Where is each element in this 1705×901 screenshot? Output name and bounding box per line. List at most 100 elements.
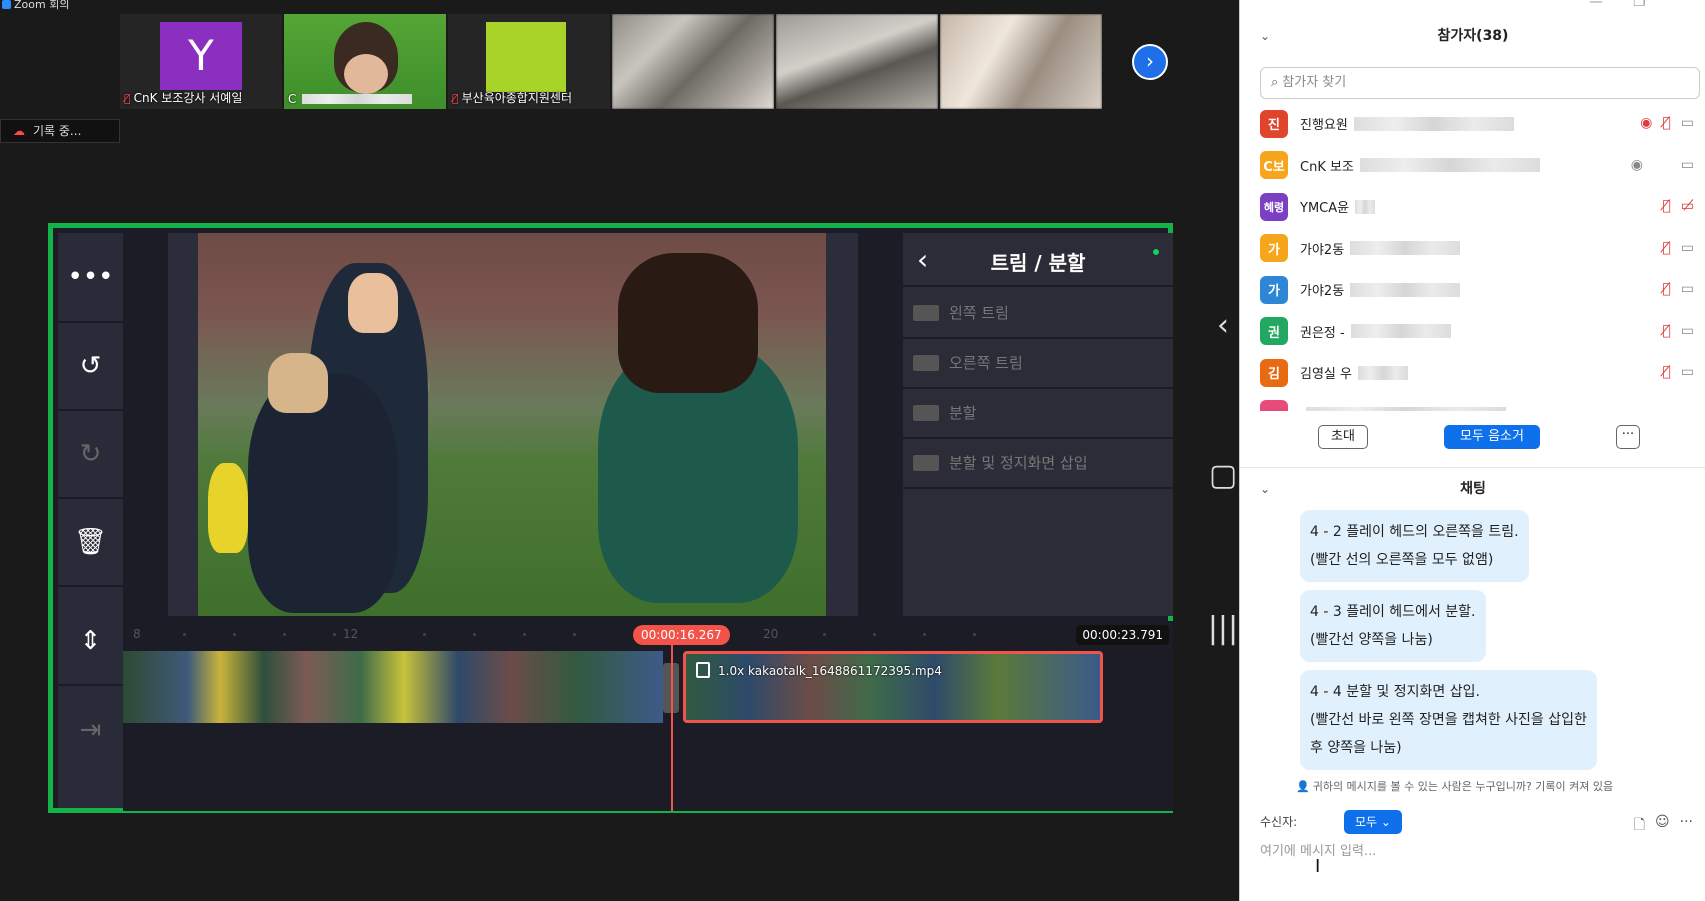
chat-message: 4 - 2 플레이 헤드의 오른쪽을 트림. (빨간 선의 오른쪽을 모두 없앰… — [1300, 510, 1529, 582]
panel-title: 트림 / 분할 — [990, 251, 1086, 275]
record-icon: ◉ — [1640, 115, 1653, 131]
video-thumbnail[interactable]: Y 🎙̸ CnK 보조강사 서예일 — [120, 14, 282, 109]
divider — [1240, 467, 1705, 468]
blurred-name — [1306, 407, 1506, 411]
video-clip[interactable] — [123, 651, 663, 723]
minimize-icon[interactable]: — — [1589, 0, 1603, 10]
blurred-video — [940, 14, 1102, 109]
home-icon: ▢ — [1208, 458, 1238, 493]
redo-icon: ↻ — [79, 439, 102, 469]
avatar: 김 — [1260, 358, 1288, 387]
emoji-icon[interactable]: ☺ — [1655, 814, 1670, 838]
participant-list: 진 진행요원 ◉🎙̸▭ C보 CnK 보조 ◉🎙▭ 혜령 YMCA윤 🎙̸▭̸ … — [1240, 103, 1705, 411]
video-icon[interactable]: ▭ — [1681, 323, 1694, 339]
next-page-button[interactable]: › — [1132, 44, 1168, 80]
video-icon[interactable]: ▭ — [1681, 240, 1694, 256]
status-dot — [1153, 249, 1159, 255]
recording-indicator[interactable]: ☁ 기록 중... — [0, 119, 120, 143]
invite-button[interactable]: 초대 — [1318, 425, 1368, 449]
split-freeze-button[interactable]: 분할 및 정지화면 삽입 — [903, 437, 1173, 489]
chat-messages: 4 - 2 플레이 헤드의 오른쪽을 트림. (빨간 선의 오른쪽을 모두 없앰… — [1300, 510, 1700, 778]
video-thumbnail[interactable] — [776, 14, 938, 109]
participant-search-input[interactable]: ⌕ 참가자 찾기 — [1260, 67, 1700, 99]
editor-toolbar: ••• ↺ ↻ 🗑 ⇕ ⇥ — [58, 233, 123, 808]
participant-row[interactable]: 권 권은정 - 🎙̸ ▭ — [1240, 311, 1705, 353]
window-controls: — ❐ — [1505, 0, 1705, 10]
blurred-video — [776, 14, 938, 109]
person-icon: 👤 — [1296, 780, 1310, 793]
split-layout-icon: ⇕ — [79, 626, 102, 656]
chat-visibility-notice[interactable]: 👤 귀하의 메시지를 볼 수 있는 사람은 누구입니까? 기록이 켜져 있음 — [1296, 778, 1613, 794]
insert-icon: ⇥ — [79, 715, 102, 745]
file-icon[interactable]: 🗋 — [1634, 814, 1645, 838]
participant-row[interactable]: 혜령 YMCA윤 🎙̸ ▭̸ — [1240, 186, 1705, 228]
mute-all-button[interactable]: 모두 음소거 — [1444, 425, 1540, 449]
chat-header: ⌄ 채팅 — [1240, 477, 1705, 501]
recents-icon: ||| — [1207, 611, 1239, 646]
ruler-label: 20 — [763, 627, 779, 641]
video-thumbnail[interactable]: 🎙̸ 부산육아종합지원센터 — [448, 14, 610, 109]
video-icon[interactable]: ▭ — [1681, 364, 1694, 380]
back-icon: ‹ — [1217, 308, 1229, 343]
search-icon: ⌕ — [1271, 75, 1279, 90]
mic-muted-icon[interactable]: 🎙̸ — [1662, 364, 1670, 380]
participant-video — [486, 22, 566, 92]
mic-muted-icon: 🎙̸ — [452, 92, 459, 105]
more-button[interactable]: ••• — [58, 233, 123, 323]
shared-screen: ••• ↺ ↻ 🗑 ⇕ ⇥ ‹ 트림 / 분할 왼쪽 트림 오른쪽 트림 분할 … — [48, 223, 1238, 813]
layout-button[interactable]: ⇕ — [58, 598, 123, 686]
video-clip-selected[interactable]: 1.0x kakaotalk_1648861172395.mp4 — [683, 651, 1103, 723]
more-icon[interactable]: ··· — [1680, 814, 1693, 838]
mic-muted-icon[interactable]: 🎙̸ — [1662, 281, 1670, 297]
undo-button[interactable]: ↺ — [58, 323, 123, 411]
chat-message: 4 - 4 분할 및 정지화면 삽입. (빨간선 바로 왼쪽 장면을 캡쳐한 사… — [1300, 670, 1597, 770]
preview-image — [198, 233, 826, 616]
avatar: 혜령 — [1260, 192, 1288, 221]
video-thumbnail[interactable] — [940, 14, 1102, 109]
participant-row[interactable]: 가 가야2동 🎙̸ ▭ — [1240, 228, 1705, 270]
video-thumbnail-active[interactable]: C — [284, 14, 446, 109]
blurred-name — [1350, 241, 1461, 256]
trim-right-button[interactable]: 오른쪽 트림 — [903, 337, 1173, 389]
avatar: Y — [160, 22, 242, 90]
recipient-select[interactable]: 모두 ⌄ — [1344, 810, 1402, 834]
more-button[interactable]: ··· — [1616, 425, 1640, 449]
zoom-icon — [2, 0, 11, 9]
chevron-down-icon[interactable]: ⌄ — [1260, 24, 1270, 48]
side-panel: — ❐ ⌄ 참가자(38) ⌕ 참가자 찾기 진 진행요원 ◉ 🎙̸ ▭ C보 CnK… — [1239, 0, 1705, 901]
video-thumbnail[interactable] — [612, 14, 774, 109]
chat-message-input[interactable] — [1260, 840, 1690, 862]
restore-icon[interactable]: ❐ — [1633, 0, 1646, 10]
participant-row[interactable]: C보 CnK 보조 ◉🎙▭ — [1240, 145, 1705, 187]
chevron-right-icon: › — [1146, 49, 1154, 73]
participants-header: ⌄ 참가자(38) — [1240, 24, 1705, 48]
participant-row[interactable]: 가 가야2동 🎙̸ ▭ — [1240, 269, 1705, 311]
mic-muted-icon: 🎙̸ — [124, 92, 131, 105]
mic-muted-icon[interactable]: 🎙̸ — [1662, 240, 1670, 256]
split-button[interactable]: 분할 — [903, 387, 1173, 439]
split-freeze-icon — [913, 455, 939, 471]
avatar — [1260, 400, 1288, 411]
participant-row[interactable]: 진 진행요원 ◉ 🎙̸ ▭ — [1240, 103, 1705, 145]
video-icon[interactable]: ▭ — [1681, 281, 1694, 297]
trim-left-button[interactable]: 왼쪽 트림 — [903, 287, 1173, 339]
video-icon[interactable]: ▭ — [1681, 115, 1694, 131]
participant-row[interactable] — [1240, 394, 1705, 411]
playhead[interactable] — [671, 645, 673, 811]
insert-button[interactable]: ⇥ — [58, 686, 123, 774]
timeline[interactable]: 8 12 20 00:00:16.267 00:00:23.791 1.0x k… — [123, 621, 1173, 811]
chevron-down-icon[interactable]: ⌄ — [1260, 477, 1270, 501]
mic-muted-icon[interactable]: 🎙̸ — [1662, 198, 1670, 214]
undo-icon: ↺ — [79, 351, 102, 381]
mic-muted-icon[interactable]: 🎙̸ — [1662, 115, 1670, 131]
video-off-icon[interactable]: ▭̸ — [1681, 198, 1694, 214]
ruler-label: 12 — [343, 627, 359, 641]
file-icon — [696, 662, 710, 678]
blurred-video — [612, 14, 774, 109]
participant-actions: 초대 모두 음소거 ··· — [1240, 424, 1705, 452]
delete-button[interactable]: 🗑 — [58, 499, 123, 587]
mic-muted-icon[interactable]: 🎙̸ — [1662, 323, 1670, 339]
participant-row[interactable]: 김 김영실 우 🎙̸ ▭ — [1240, 352, 1705, 394]
video-icon[interactable]: ▭ — [1681, 157, 1694, 173]
redo-button[interactable]: ↻ — [58, 411, 123, 499]
